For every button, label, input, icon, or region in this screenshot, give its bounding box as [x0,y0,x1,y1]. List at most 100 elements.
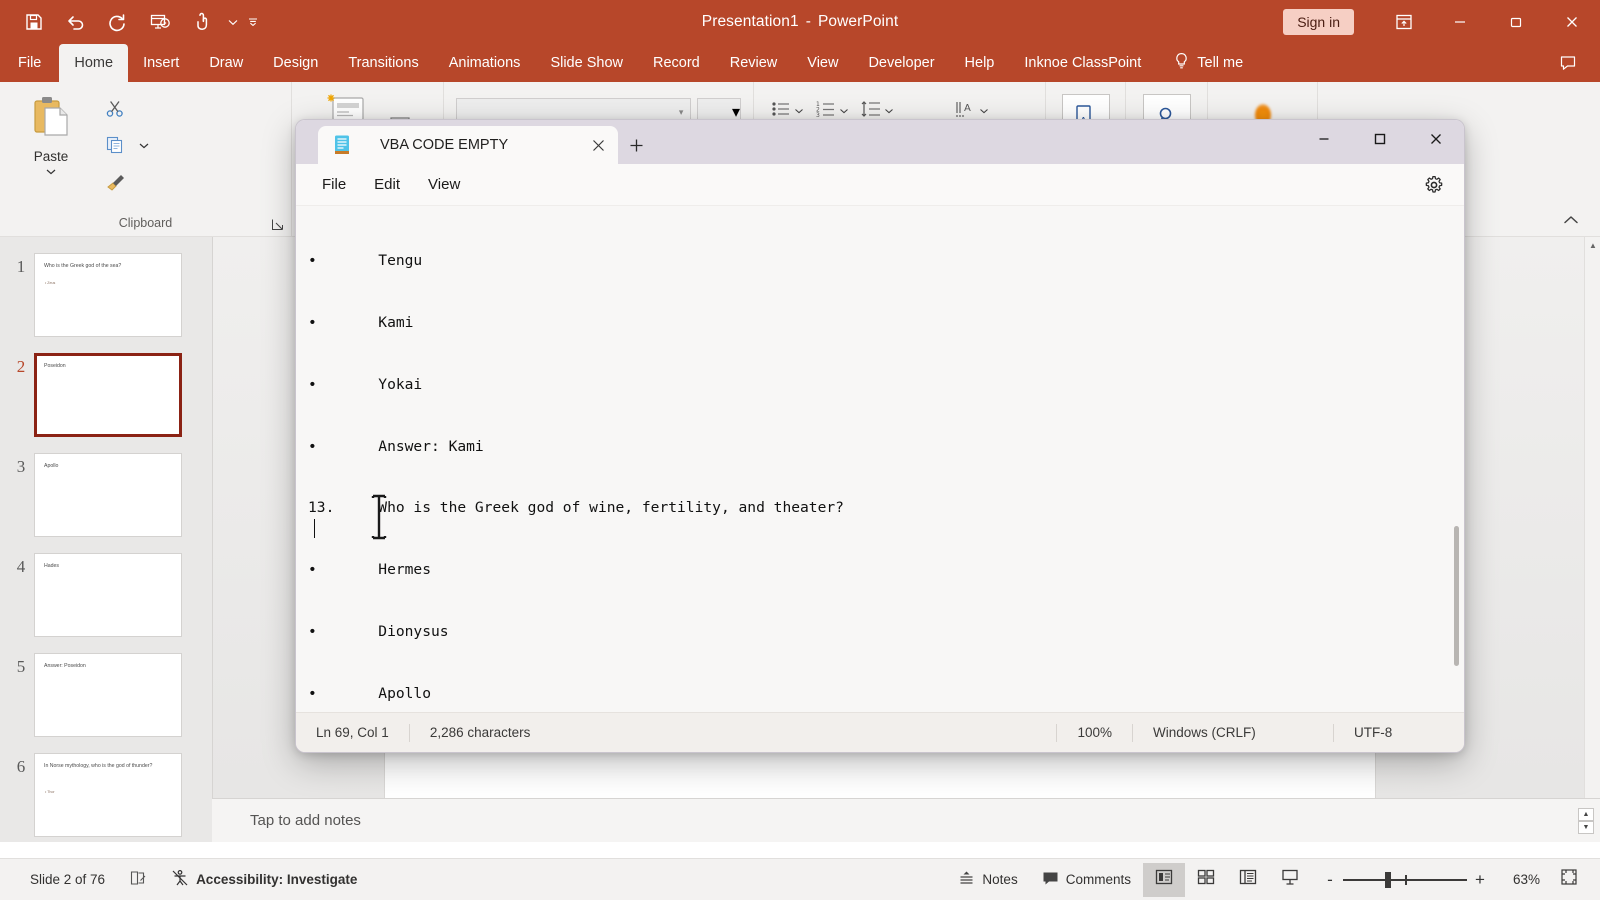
notepad-minimize-button[interactable] [1296,120,1352,158]
thumbnail-slide-6[interactable]: 6 In Norse mythology, who is the god of … [0,745,212,842]
close-tab-icon[interactable] [584,131,612,159]
tab-view[interactable]: View [792,44,853,82]
bullets-chevron-down-icon[interactable] [794,102,804,120]
scrollbar-thumb[interactable] [1454,526,1459,666]
numbering-chevron-down-icon[interactable] [839,102,849,120]
redo-icon[interactable] [98,4,138,40]
thumbnail-slide-2[interactable]: 2 Poseidon [0,345,212,445]
notepad-close-button[interactable] [1408,120,1464,158]
notes-scroll-down-icon[interactable]: ▼ [1578,820,1594,834]
line-spacing-chevron-down-icon[interactable] [884,102,894,120]
character-count-status[interactable]: 2,286 characters [410,722,551,744]
comments-button[interactable]: Comments [1030,865,1143,895]
tab-animations[interactable]: Animations [434,44,536,82]
cursor-position-status[interactable]: Ln 69, Col 1 [296,722,409,744]
paste-button[interactable]: Paste [12,90,90,182]
notepad-text-content[interactable]: • Tengu • Kami • Yokai • Answer: Kami 13… [296,206,1464,712]
view-reading-button[interactable] [1227,863,1269,897]
notepad-tab[interactable]: VBA CODE EMPTY [318,126,618,164]
notes-scroll-up-icon[interactable]: ▲ [1578,807,1594,821]
view-slide-sorter-button[interactable] [1185,863,1227,897]
text-direction-chevron-down-icon[interactable] [979,102,989,120]
collapse-ribbon-icon[interactable] [1560,210,1582,230]
slide-thumbnail-pane[interactable]: 1 Who is the Greek god of the sea? • Zeu… [0,237,212,842]
tab-insert[interactable]: Insert [128,44,194,82]
thumbnail-preview[interactable]: Who is the Greek god of the sea? • Zeus [34,253,182,337]
thumbnail-preview[interactable]: In Norse mythology, who is the god of th… [34,753,182,837]
encoding-status[interactable]: UTF-8 [1334,722,1464,744]
zoom-percentage[interactable]: 63% [1499,872,1552,887]
touch-mode-icon[interactable] [182,4,222,40]
slide-counter[interactable]: Slide 2 of 76 [18,865,117,895]
accessibility-status[interactable]: Accessibility: Investigate [159,865,369,895]
notepad-window[interactable]: VBA CODE EMPTY File Edit View • Tengu • … [296,120,1464,752]
view-normal-button[interactable] [1142,862,1185,897]
tab-help[interactable]: Help [950,44,1010,82]
menu-view[interactable]: View [414,170,474,199]
thumbnail-preview[interactable]: Poseidon [34,353,182,437]
undo-icon[interactable] [56,4,96,40]
tab-record[interactable]: Record [638,44,715,82]
format-painter-button[interactable] [98,168,132,198]
restore-button[interactable] [1488,0,1544,44]
tab-draw[interactable]: Draw [194,44,258,82]
notes-placeholder[interactable]: Tap to add notes [212,812,361,829]
thumbnail-preview[interactable]: Apollo [34,453,182,537]
ribbon-display-options-icon[interactable] [1376,0,1432,44]
zoom-in-button[interactable]: + [1467,870,1493,890]
touch-mode-chevron-down-icon[interactable] [224,4,242,40]
menu-file[interactable]: File [308,170,360,199]
fit-to-window-button[interactable] [1552,863,1586,897]
notepad-maximize-button[interactable] [1352,120,1408,158]
zoom-level-status[interactable]: 100% [1057,722,1132,744]
qat-more-icon[interactable] [244,4,262,40]
quick-access-toolbar [0,4,262,40]
thumbnail-preview[interactable]: Hades [34,553,182,637]
thumbnail-slide-4[interactable]: 4 Hades [0,545,212,645]
scroll-up-icon[interactable]: ▲ [1585,237,1600,253]
notepad-title-bar: VBA CODE EMPTY [296,120,1464,164]
thumbnail-slide-3[interactable]: 3 Apollo [0,445,212,545]
tab-home[interactable]: Home [59,44,129,82]
zoom-slider-thumb[interactable] [1384,871,1391,888]
sign-in-button[interactable]: Sign in [1283,9,1354,35]
thumbnail-slide-5[interactable]: 5 Answer: Poseidon [0,645,212,745]
copy-button[interactable] [98,132,132,162]
slide-vertical-scrollbar[interactable]: ▲ [1584,237,1600,842]
lightbulb-icon [1174,52,1189,74]
spell-check-button[interactable] [117,865,159,895]
paste-chevron-down-icon[interactable] [45,164,57,182]
thumbnail-preview[interactable]: Answer: Poseidon [34,653,182,737]
zoom-out-button[interactable]: - [1317,870,1343,890]
view-slide-show-button[interactable] [1269,863,1311,897]
tell-me-search[interactable]: Tell me [1156,44,1255,82]
tab-review[interactable]: Review [715,44,793,82]
menu-edit[interactable]: Edit [360,170,414,199]
zoom-slider[interactable] [1342,871,1467,889]
tab-design[interactable]: Design [258,44,333,82]
notes-scroll-buttons: ▲ ▼ [1578,807,1600,834]
comments-icon[interactable] [1546,44,1590,82]
notepad-vertical-scrollbar[interactable] [1451,208,1461,710]
minimize-button[interactable] [1432,0,1488,44]
copy-chevron-down-icon[interactable] [138,138,150,156]
gear-icon[interactable] [1418,169,1450,201]
tab-inknoe-classpoint[interactable]: Inknoe ClassPoint [1009,44,1156,82]
start-presentation-icon[interactable] [140,4,180,40]
tab-file[interactable]: File [0,44,59,82]
notepad-text-editor[interactable]: • Tengu • Kami • Yokai • Answer: Kami 13… [296,206,1464,712]
close-button[interactable] [1544,0,1600,44]
line-ending-status[interactable]: Windows (CRLF) [1133,722,1333,744]
accessibility-label: Accessibility: Investigate [196,872,358,887]
tab-transitions[interactable]: Transitions [333,44,433,82]
thumbnail-slide-1[interactable]: 1 Who is the Greek god of the sea? • Zeu… [0,245,212,345]
title-bar-right-controls: Sign in [1283,0,1600,44]
notes-pane[interactable]: Tap to add notes ▲ ▼ [212,798,1600,842]
clipboard-dialog-launcher-icon[interactable] [269,216,285,232]
tab-developer[interactable]: Developer [853,44,949,82]
tab-slide-show[interactable]: Slide Show [535,44,638,82]
notes-button[interactable]: Notes [946,865,1029,895]
save-icon[interactable] [14,4,54,40]
cut-button[interactable] [98,96,132,126]
new-tab-icon[interactable] [618,126,654,164]
